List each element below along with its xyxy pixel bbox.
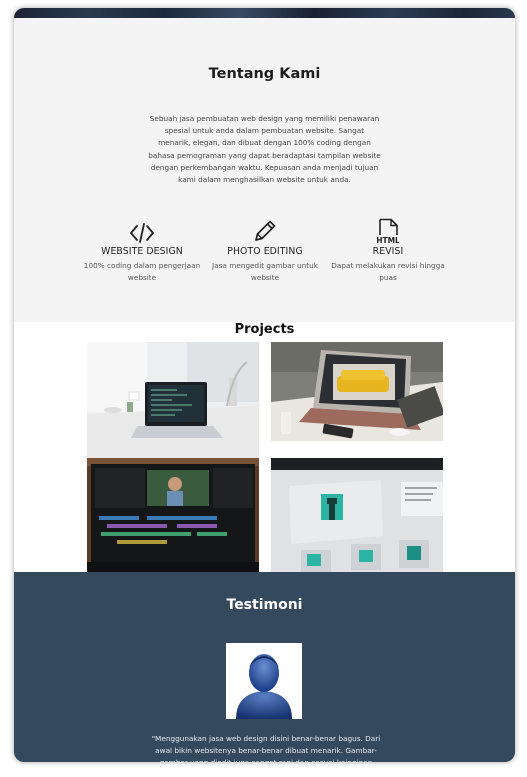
about-section: Tentang Kami Sebuah jasa pembuatan web d… (14, 18, 515, 322)
project-image-video-editing[interactable] (87, 458, 259, 572)
feature-desc: Dapat melakukan revisi hingga puas (331, 261, 445, 282)
feature-title: PHOTO EDITING (227, 246, 303, 257)
feature-title: WEBSITE DESIGN (101, 246, 183, 257)
feature-photo-editing: PHOTO EDITING Jasa mengedit gambar untuk… (205, 218, 325, 284)
projects-title: Projects (234, 322, 295, 337)
svg-text:HTML: HTML (377, 236, 399, 244)
project-image-laptop-sofa[interactable] (271, 342, 443, 441)
user-avatar-icon (226, 643, 302, 719)
project-image-website-mockup[interactable] (271, 458, 443, 572)
testimoni-section: Testimoni "Menggunakan jasa web design d… (14, 572, 515, 762)
html-file-icon: HTML (328, 218, 448, 244)
feature-revisi: HTML REVISI Dapat melakukan revisi hingg… (328, 218, 448, 284)
hero-image-strip (14, 8, 515, 18)
about-description: Sebuah jasa pembuatan web design yang me… (148, 114, 381, 185)
projects-section: Projects (14, 322, 515, 572)
feature-desc: 100% coding dalam pengerjaan website (83, 261, 201, 282)
project-image-laptop-desk[interactable] (87, 342, 259, 458)
feature-desc: Jasa mengedit gambar untuk website (212, 261, 318, 282)
feature-website-design: WEBSITE DESIGN 100% coding dalam pengerj… (82, 218, 202, 284)
code-icon (82, 218, 202, 244)
about-title: Tentang Kami (208, 66, 321, 82)
feature-title: REVISI (372, 246, 404, 257)
pencil-icon (205, 218, 325, 244)
testimoni-title: Testimoni (226, 597, 303, 613)
testimoni-quote: "Menggunakan jasa web design disini bena… (151, 734, 381, 762)
page-frame: Tentang Kami Sebuah jasa pembuatan web d… (14, 8, 515, 762)
